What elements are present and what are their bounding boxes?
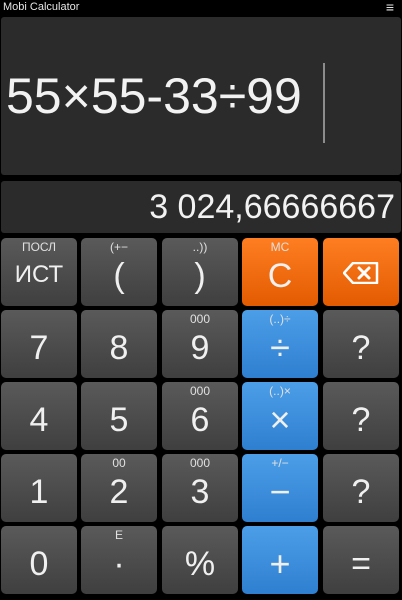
memory-button-1[interactable]: ? <box>323 310 399 378</box>
percent-label: % <box>184 545 216 583</box>
key-9-sub-label: 000 <box>189 312 211 326</box>
key-2[interactable]: 00 2 <box>81 454 157 522</box>
memory-button-2[interactable]: ? <box>323 382 399 450</box>
key-5-label: 5 <box>109 401 129 439</box>
key-4[interactable]: 4 <box>1 382 77 450</box>
key-6-sub-label: 000 <box>189 384 211 398</box>
plus-button[interactable]: + <box>242 526 318 594</box>
backspace-icon <box>343 262 379 284</box>
key-2-label: 2 <box>109 473 129 511</box>
multiply-sub-label: (..)× <box>269 384 291 398</box>
history-button[interactable]: ПОСЛ ИСТ <box>1 238 77 306</box>
minus-sub-label: +/− <box>271 456 289 470</box>
decimal-label: · <box>113 545 125 583</box>
key-3-sub-label: 000 <box>189 456 211 470</box>
key-0[interactable]: 0 <box>1 526 77 594</box>
key-8[interactable]: 8 <box>81 310 157 378</box>
clear-sub-label: MC <box>270 240 290 254</box>
key-4-label: 4 <box>29 401 49 439</box>
open-paren-label: ( <box>113 257 125 295</box>
key-1-label: 1 <box>29 473 49 511</box>
expression-text: 55×55-33÷99 <box>6 68 302 124</box>
key-9-label: 9 <box>190 329 210 367</box>
key-5[interactable]: 5 <box>81 382 157 450</box>
key-8-label: 8 <box>109 329 129 367</box>
decimal-button[interactable]: E · <box>81 526 157 594</box>
memory-1-label: ? <box>351 329 371 367</box>
memory-2-label: ? <box>351 401 371 439</box>
text-cursor <box>323 63 325 143</box>
decimal-sub-label: E <box>114 528 123 542</box>
multiply-label: × <box>269 399 291 440</box>
title-bar: Mobi Calculator ≡ <box>0 0 402 16</box>
expression-display[interactable]: 55×55-33÷99 <box>1 17 401 175</box>
key-9[interactable]: 000 9 <box>162 310 238 378</box>
plus-label: + <box>269 543 291 584</box>
history-sub-label: ПОСЛ <box>21 240 57 254</box>
key-7-label: 7 <box>29 329 49 367</box>
key-1[interactable]: 1 <box>1 454 77 522</box>
key-0-label: 0 <box>29 545 49 583</box>
key-3-label: 3 <box>190 473 210 511</box>
result-text: 3 024,66666667 <box>149 188 395 226</box>
memory-3-label: ? <box>351 473 371 511</box>
key-6-label: 6 <box>190 401 210 439</box>
equals-button[interactable]: = <box>323 526 399 594</box>
minus-button[interactable]: +/− − <box>242 454 318 522</box>
result-display: 3 024,66666667 <box>1 181 401 233</box>
minus-label: − <box>269 471 291 512</box>
key-3[interactable]: 000 3 <box>162 454 238 522</box>
divide-button[interactable]: (..)÷ ÷ <box>242 310 318 378</box>
key-6[interactable]: 000 6 <box>162 382 238 450</box>
percent-button[interactable]: % <box>162 526 238 594</box>
clear-button[interactable]: MC C <box>242 238 318 306</box>
key-7[interactable]: 7 <box>1 310 77 378</box>
close-paren-sub-label: ..)) <box>192 240 208 254</box>
equals-label: = <box>351 545 371 583</box>
memory-button-3[interactable]: ? <box>323 454 399 522</box>
history-label: ИСТ <box>14 261 64 288</box>
app-title: Mobi Calculator <box>3 1 80 13</box>
close-paren-button[interactable]: ..)) ) <box>162 238 238 306</box>
clear-label: C <box>267 257 293 295</box>
divide-sub-label: (..)÷ <box>269 312 291 326</box>
key-2-sub-label: 00 <box>112 456 126 470</box>
divide-label: ÷ <box>270 327 290 368</box>
open-paren-sub-label: (+− <box>109 240 128 254</box>
open-paren-button[interactable]: (+− ( <box>81 238 157 306</box>
hamburger-icon[interactable]: ≡ <box>386 0 394 15</box>
multiply-button[interactable]: (..)× × <box>242 382 318 450</box>
close-paren-label: ) <box>194 257 206 295</box>
delete-button[interactable] <box>323 238 399 306</box>
